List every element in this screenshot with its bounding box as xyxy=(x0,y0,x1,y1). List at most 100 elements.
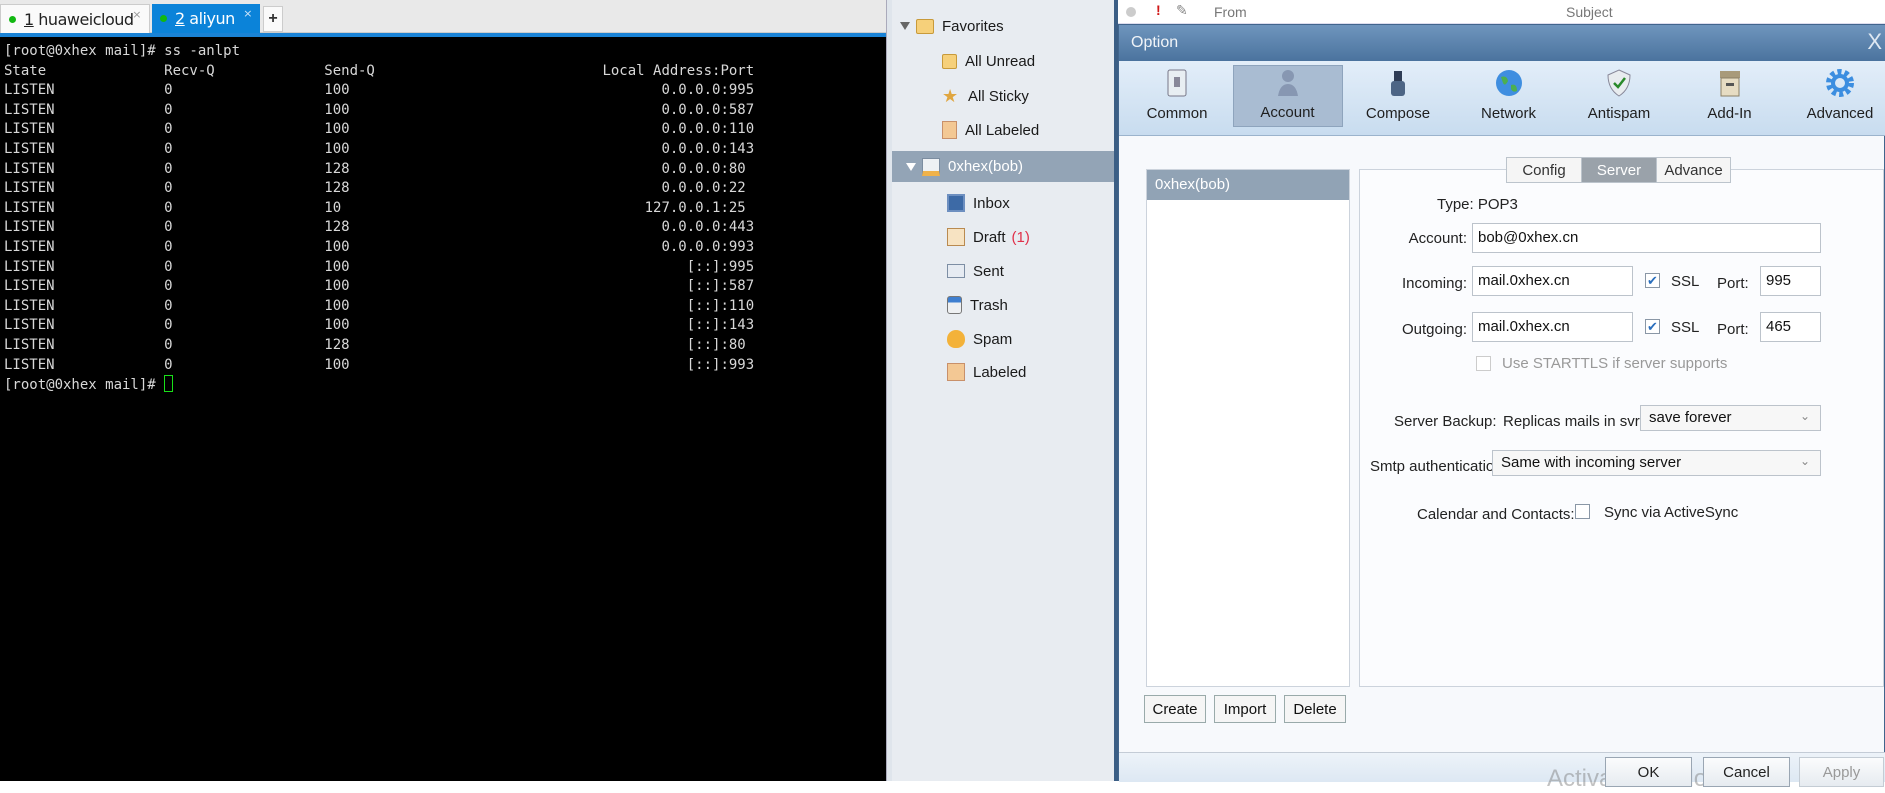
type-label: Type: POP3 xyxy=(1437,196,1518,213)
expand-arrow-icon[interactable] xyxy=(900,22,910,30)
priority-icon[interactable]: ! xyxy=(1156,2,1161,18)
port-label: Port: xyxy=(1717,275,1749,292)
incoming-port-input[interactable]: 995 xyxy=(1760,266,1821,296)
incoming-ssl-checkbox[interactable]: ✔ xyxy=(1645,273,1660,288)
starttls-label: Use STARTTLS if server supports xyxy=(1502,355,1728,372)
column-subject[interactable]: Subject xyxy=(1566,4,1613,20)
terminal-row: LISTEN 0 100 [::]:587 xyxy=(4,278,755,295)
toolbar-label: Advanced xyxy=(1806,105,1874,122)
connected-status-icon xyxy=(160,15,167,22)
sidebar-item-spam[interactable]: Spam xyxy=(892,324,1116,354)
tab-number: 1 xyxy=(24,9,34,29)
terminal-row: LISTEN 0 100 0.0.0.0:587 xyxy=(4,101,755,118)
advanced-icon xyxy=(1826,69,1854,97)
account-input[interactable]: bob@0xhex.cn xyxy=(1472,223,1821,253)
server-backup-label: Server Backup: xyxy=(1394,413,1497,430)
label-icon xyxy=(942,121,957,139)
account-label: Account: xyxy=(1408,230,1467,247)
sidebar-item-labeled[interactable]: Labeled xyxy=(892,357,1116,387)
mail-sidebar: Favorites All Unread ★ All Sticky All La… xyxy=(892,0,1116,781)
sidebar-item-all-labeled[interactable]: All Labeled xyxy=(892,115,1116,145)
toolbar-compose[interactable]: Compose xyxy=(1343,65,1453,127)
sidebar-item-trash[interactable]: Trash xyxy=(892,290,1116,320)
options-toolbar: Common Account Compose Network Antispam Add-I… xyxy=(1119,61,1885,136)
ok-button[interactable]: OK xyxy=(1605,757,1692,787)
toolbar-label: Common xyxy=(1146,105,1208,122)
read-status-icon[interactable] xyxy=(1126,7,1136,17)
attachment-icon[interactable]: ✎ xyxy=(1176,2,1188,19)
sidebar-account[interactable]: 0xhex(bob) xyxy=(892,151,1116,182)
port-label: Port: xyxy=(1717,321,1749,338)
dialog-footer: Activate Windows OK Cancel Apply xyxy=(1119,752,1885,792)
new-tab-button[interactable]: + xyxy=(263,6,283,32)
sidebar-favorites[interactable]: Favorites xyxy=(892,11,1116,41)
add-in-icon xyxy=(1719,71,1740,97)
sidebar-item-all-sticky[interactable]: ★ All Sticky xyxy=(892,81,1116,111)
antispam-icon xyxy=(1607,69,1631,97)
terminal-output[interactable]: [root@0xhex mail]# ss -anlpt State Recv-Q… xyxy=(0,37,886,781)
account-list-item[interactable]: 0xhex(bob) xyxy=(1147,170,1349,200)
folder-icon xyxy=(942,53,957,69)
smtp-auth-select[interactable]: Same with incoming server ⌄ xyxy=(1492,450,1821,476)
incoming-label: Incoming: xyxy=(1401,275,1467,292)
type-label-text: Type: xyxy=(1437,196,1474,213)
apply-button[interactable]: Apply xyxy=(1799,757,1884,787)
sent-icon xyxy=(947,264,965,278)
toolbar-label: Network xyxy=(1480,105,1536,122)
toolbar-label: Compose xyxy=(1365,105,1431,122)
sidebar-item-all-unread[interactable]: All Unread xyxy=(892,46,1116,76)
server-backup-select[interactable]: save forever ⌄ xyxy=(1640,405,1821,431)
type-value: POP3 xyxy=(1477,196,1518,213)
starttls-checkbox[interactable] xyxy=(1476,356,1491,371)
expand-arrow-icon[interactable] xyxy=(906,162,916,171)
terminal-row: LISTEN 0 100 0.0.0.0:110 xyxy=(4,121,755,138)
delete-button[interactable]: Delete xyxy=(1284,695,1346,723)
toolbar-common[interactable]: Common xyxy=(1122,65,1232,127)
option-dialog: Option X Common Account Compose Network Anti… xyxy=(1118,24,1885,792)
close-tab-icon[interactable]: × xyxy=(132,8,141,21)
star-icon: ★ xyxy=(942,86,959,106)
tab-advance[interactable]: Advance xyxy=(1656,157,1731,183)
toolbar-add-in[interactable]: Add-In xyxy=(1675,65,1785,127)
column-from[interactable]: From xyxy=(1214,4,1247,20)
calendar-contacts-label: Calendar and Contacts: xyxy=(1417,506,1575,523)
toolbar-account[interactable]: Account xyxy=(1232,65,1343,127)
create-button[interactable]: Create xyxy=(1144,695,1206,723)
activesync-label: Sync via ActiveSync xyxy=(1604,504,1739,521)
tab-config[interactable]: Config xyxy=(1506,157,1582,183)
tab-number: 2 xyxy=(175,9,185,28)
sidebar-label: Inbox xyxy=(973,194,1010,212)
sidebar-label: Spam xyxy=(973,330,1013,348)
toolbar-network[interactable]: Network xyxy=(1454,65,1564,127)
outgoing-server-input[interactable]: mail.0xhex.cn xyxy=(1472,312,1633,342)
import-button[interactable]: Import xyxy=(1214,695,1276,723)
dialog-title-bar[interactable]: Option X xyxy=(1119,25,1885,61)
terminal-row: LISTEN 0 100 [::]:110 xyxy=(4,297,755,314)
toolbar-advanced[interactable]: Advanced xyxy=(1785,65,1885,127)
tab-huaweicloud[interactable]: 1 huaweicloud × xyxy=(0,4,150,33)
tab-aliyun[interactable]: 2 aliyun × xyxy=(152,4,260,33)
dialog-title: Option xyxy=(1131,34,1179,51)
sidebar-item-sent[interactable]: Sent xyxy=(892,256,1116,286)
outgoing-ssl-checkbox[interactable]: ✔ xyxy=(1645,319,1660,334)
account-list[interactable]: 0xhex(bob) xyxy=(1146,169,1350,687)
chevron-down-icon: ⌄ xyxy=(1799,409,1810,423)
terminal-row: LISTEN 0 128 0.0.0.0:443 xyxy=(4,219,755,236)
sidebar-item-draft[interactable]: Draft (1) xyxy=(892,222,1116,252)
terminal-header-line: State Recv-Q Send-Q Local Address:Port xyxy=(4,62,755,79)
activesync-checkbox[interactable] xyxy=(1575,504,1590,519)
sidebar-item-inbox[interactable]: Inbox xyxy=(892,188,1116,218)
incoming-server-input[interactable]: mail.0xhex.cn xyxy=(1472,266,1633,296)
cancel-button[interactable]: Cancel xyxy=(1703,757,1790,787)
toolbar-antispam[interactable]: Antispam xyxy=(1564,65,1674,127)
outgoing-port-input[interactable]: 465 xyxy=(1760,312,1821,342)
terminal-row: LISTEN 0 128 0.0.0.0:22 xyxy=(4,180,746,197)
tab-server[interactable]: Server xyxy=(1581,157,1657,183)
terminal-row: LISTEN 0 100 0.0.0.0:995 xyxy=(4,82,755,99)
sidebar-label: Trash xyxy=(970,296,1008,314)
terminal-row: LISTEN 0 100 [::]:143 xyxy=(4,317,755,334)
account-icon xyxy=(922,157,940,176)
close-tab-icon[interactable]: × xyxy=(243,7,252,20)
close-icon[interactable]: X xyxy=(1867,29,1882,55)
replicas-label: Replicas mails in svr xyxy=(1503,413,1640,430)
